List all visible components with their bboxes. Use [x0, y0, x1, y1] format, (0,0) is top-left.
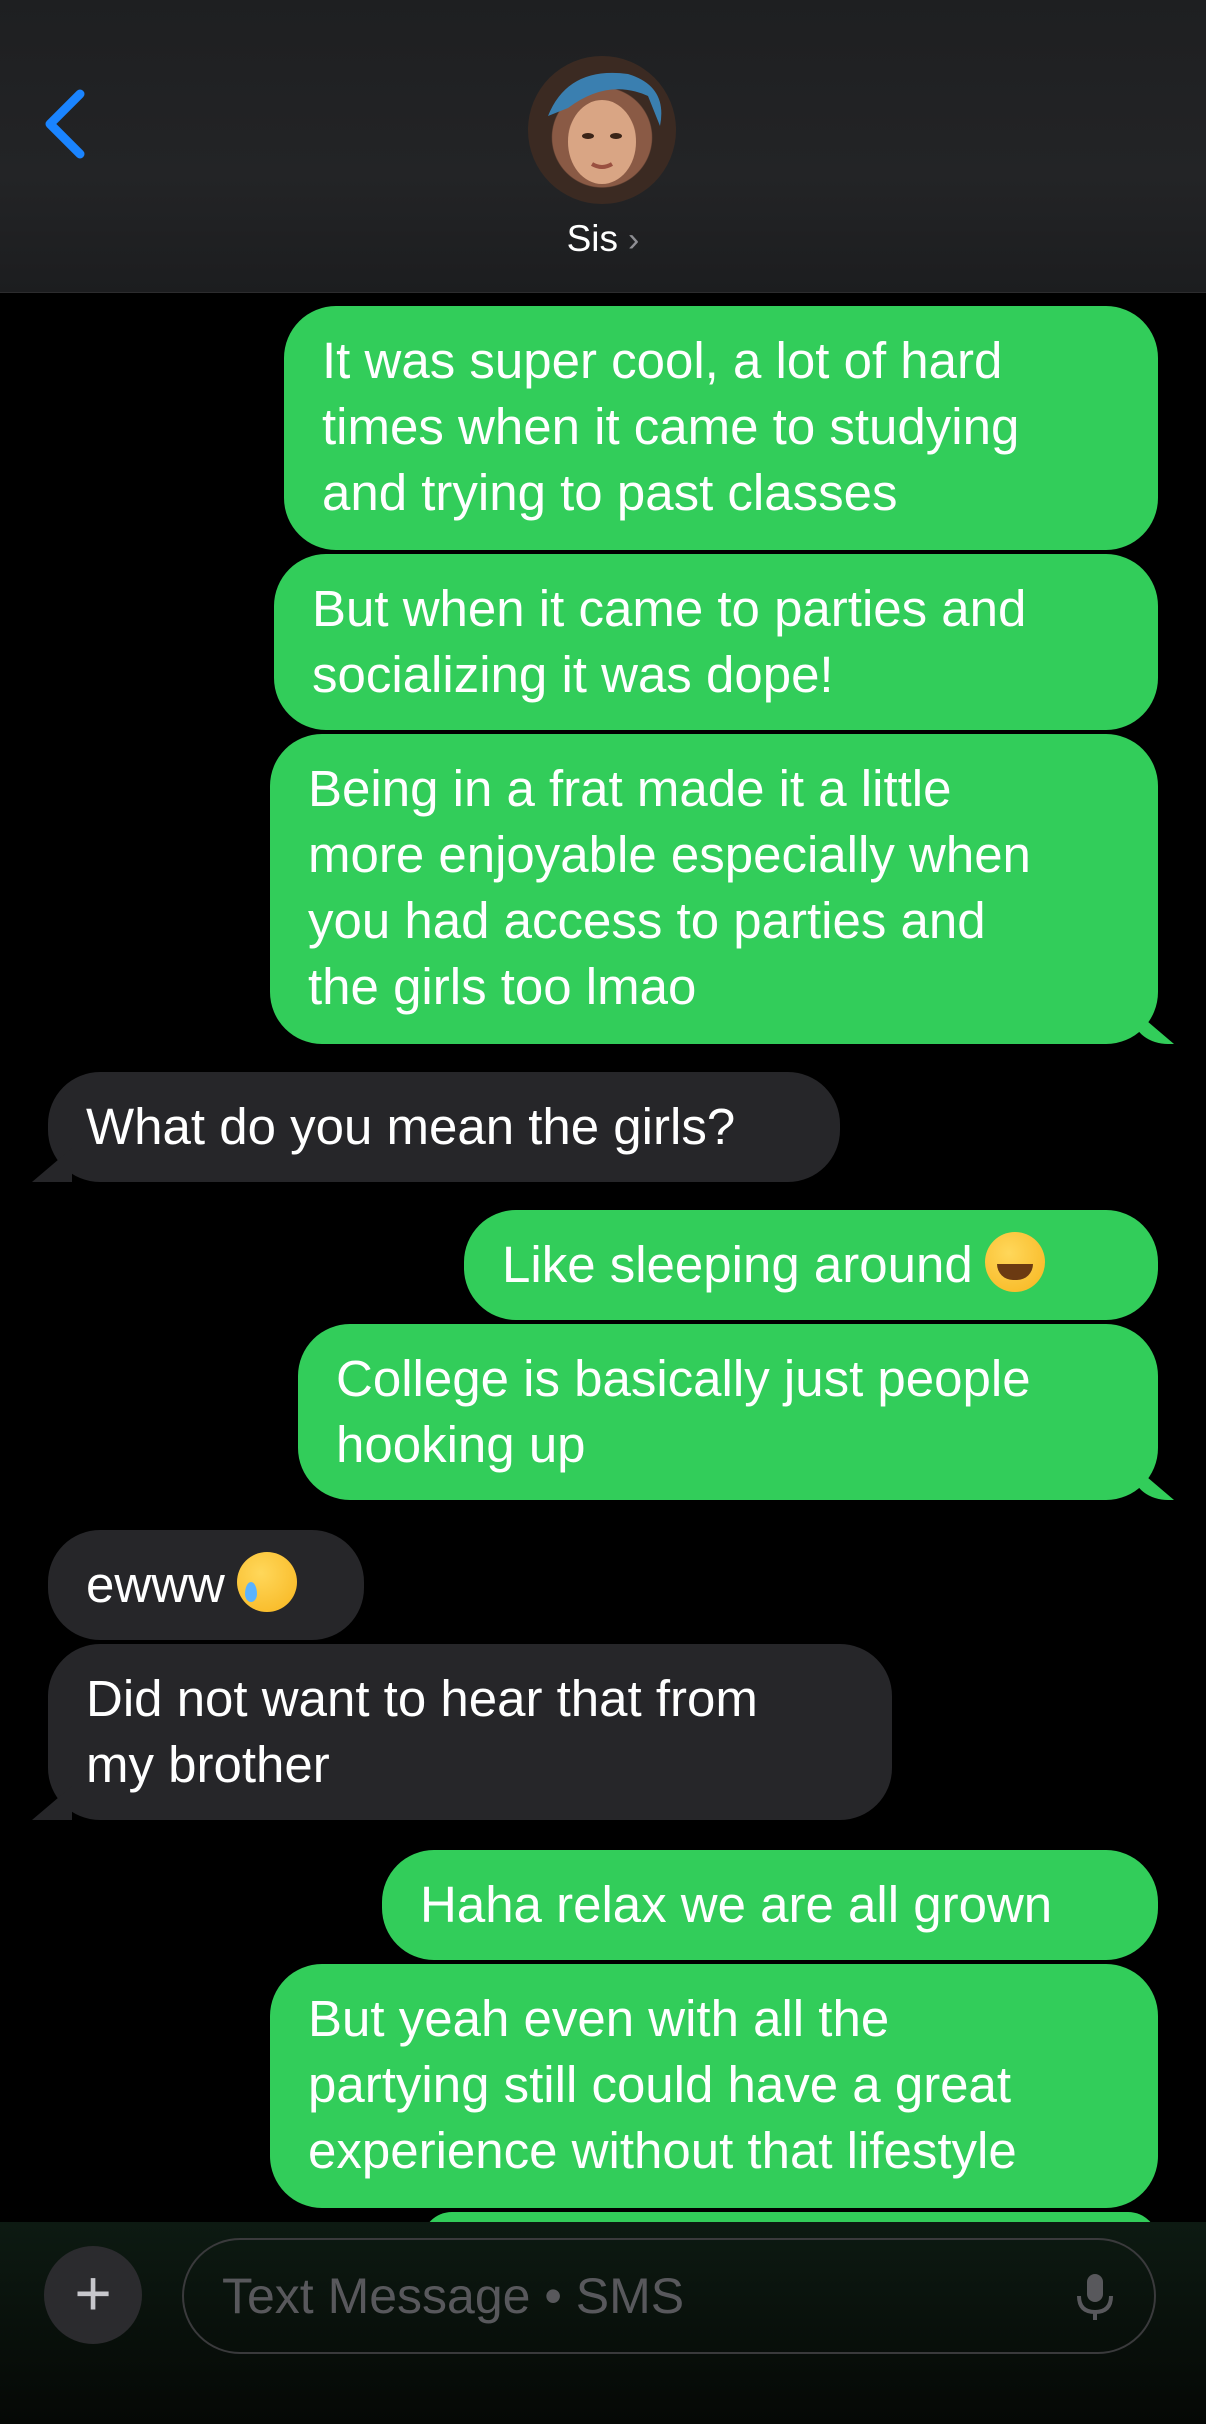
- contact-name-button[interactable]: Sis ›: [0, 218, 1206, 260]
- message-line: But yeah even with all the: [308, 1990, 890, 2047]
- message-line: socializing it was dope!: [312, 646, 834, 703]
- crying-smile-emoji-icon: [236, 1552, 297, 1612]
- message-line: the girls too lmao: [308, 958, 697, 1015]
- message-line: It was super cool, a lot of hard: [322, 332, 1003, 389]
- contact-name: Sis: [566, 218, 619, 259]
- back-chevron-icon[interactable]: [40, 88, 90, 160]
- message-input[interactable]: Text Message • SMS: [182, 2238, 1156, 2354]
- message-bubble-outgoing-partial[interactable]: [422, 2212, 1158, 2222]
- add-attachment-button[interactable]: +: [44, 2246, 142, 2344]
- message-bubble-outgoing[interactable]: But yeah even with all the partying stil…: [270, 1964, 1158, 2208]
- microphone-icon[interactable]: [1072, 2272, 1118, 2322]
- message-thread[interactable]: It was super cool, a lot of hard times w…: [0, 292, 1206, 2222]
- message-line: ewww: [86, 1556, 225, 1613]
- message-line: Like sleeping around: [502, 1236, 973, 1293]
- message-line: times when it came to studying: [322, 398, 1020, 455]
- message-line: partying still could have a great: [308, 2056, 1012, 2113]
- message-line: Did not want to hear that from: [86, 1670, 758, 1727]
- message-line: experience without that lifestyle: [308, 2122, 1017, 2179]
- message-bubble-outgoing[interactable]: Like sleeping around: [464, 1210, 1158, 1320]
- laughing-tears-emoji-icon: [984, 1232, 1045, 1292]
- message-bubble-outgoing[interactable]: It was super cool, a lot of hard times w…: [284, 306, 1158, 550]
- message-line: But when it came to parties and: [312, 580, 1027, 637]
- message-line: my brother: [86, 1736, 330, 1793]
- message-line: College is basically just people: [336, 1350, 1031, 1407]
- message-line: and trying to past classes: [322, 464, 898, 521]
- contact-avatar[interactable]: [528, 56, 676, 204]
- message-bubble-outgoing[interactable]: Haha relax we are all grown: [382, 1850, 1158, 1960]
- message-bubble-incoming[interactable]: Did not want to hear that from my brothe…: [48, 1644, 892, 1820]
- message-line: more enjoyable especially when: [308, 826, 1031, 883]
- message-bubble-incoming[interactable]: ewww: [48, 1530, 364, 1640]
- message-line: hooking up: [336, 1416, 586, 1473]
- message-line: Haha relax we are all grown: [420, 1876, 1053, 1933]
- chevron-right-icon: ›: [628, 221, 640, 259]
- message-bubble-outgoing[interactable]: College is basically just people hooking…: [298, 1324, 1158, 1500]
- conversation-header: Sis ›: [0, 0, 1206, 293]
- message-line: Being in a frat made it a little: [308, 760, 952, 817]
- message-line: you had access to parties and: [308, 892, 986, 949]
- message-line: What do you mean the girls?: [86, 1098, 736, 1155]
- message-bubble-incoming[interactable]: What do you mean the girls?: [48, 1072, 840, 1182]
- message-bubble-outgoing[interactable]: Being in a frat made it a little more en…: [270, 734, 1158, 1044]
- message-bubble-outgoing[interactable]: But when it came to parties and socializ…: [274, 554, 1158, 730]
